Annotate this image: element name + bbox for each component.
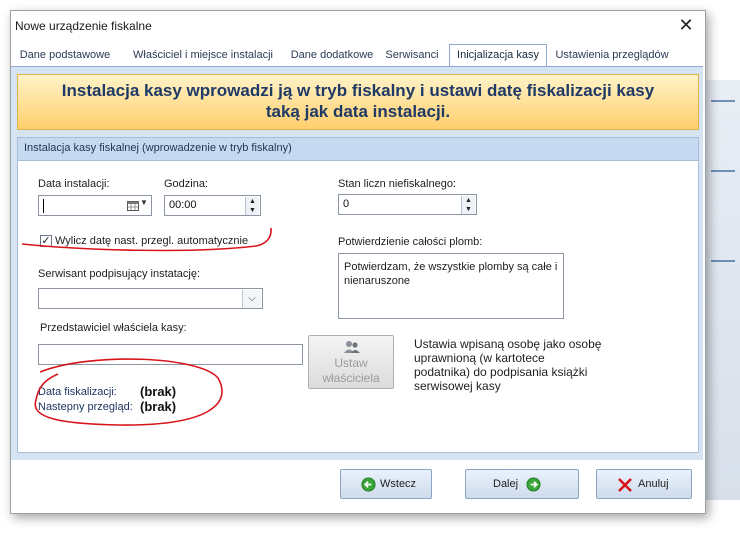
cancel-x-icon <box>618 478 632 492</box>
counter-label: Stan liczn niefiskalnego: <box>338 178 457 190</box>
next-review-value: (brak) <box>140 399 177 414</box>
group-title: Instalacja kasy fiskalnej (wprowadzenie … <box>24 142 292 154</box>
tab-serwisanci[interactable]: Serwisanci <box>381 47 443 65</box>
back-button[interactable]: Wstecz <box>340 469 432 499</box>
hour-label: Godzina: <box>164 178 209 190</box>
dialog-footer: Wstecz Dalej Anuluj <box>11 460 705 513</box>
banner-line-1: Instalacja kasy wprowadzi ją w tryb fisk… <box>61 81 655 100</box>
auto-review-label[interactable]: Wylicz datę nast. przegl. automatycznie <box>55 235 248 247</box>
install-date-picker[interactable]: ▼ <box>38 195 152 216</box>
spin-down-icon[interactable]: ▼ <box>246 206 259 215</box>
arrow-right-icon <box>526 477 541 492</box>
fiscal-date-label: Data fiskalizacji: <box>38 386 117 398</box>
owner-rep-input[interactable] <box>38 344 303 365</box>
seals-text: Potwierdzam, że wszystkie plomby są całe… <box>344 261 558 287</box>
info-banner: Instalacja kasy wprowadzi ją w tryb fisk… <box>17 74 699 130</box>
hour-spin-buttons[interactable]: ▲ ▼ <box>245 197 259 215</box>
auto-review-checkbox[interactable]: ✓ <box>40 235 52 247</box>
cancel-button[interactable]: Anuluj <box>596 469 692 499</box>
hour-value: 00:00 <box>169 199 197 211</box>
tab-dane-podstawowe[interactable]: Dane podstawowe <box>13 47 117 65</box>
tab-inicjalizacja-kasy[interactable]: Inicjalizacja kasy <box>449 44 547 67</box>
cancel-label: Anuluj <box>638 478 669 490</box>
owner-rep-label: Przedstawiciel właściela kasy: <box>40 322 187 334</box>
window-title: Nowe urządzenie fiskalne <box>15 19 152 33</box>
spin-down-icon[interactable]: ▼ <box>462 205 475 214</box>
seals-label: Potwierdzienie całości plomb: <box>338 236 483 248</box>
set-owner-button[interactable]: Ustaw właściciela <box>308 335 394 389</box>
title-bar: Nowe urządzenie fiskalne ✕ <box>11 11 705 41</box>
chevron-down-icon[interactable]: ▼ <box>140 198 148 207</box>
back-label: Wstecz <box>380 478 417 490</box>
seals-textarea[interactable]: Potwierdzam, że wszystkie plomby są całe… <box>338 253 564 319</box>
text-caret <box>43 199 44 213</box>
serviceman-combobox[interactable]: ⌵ <box>38 288 263 309</box>
dialog-window: Nowe urządzenie fiskalne ✕ Dane podstawo… <box>10 10 706 514</box>
calendar-icon[interactable] <box>127 200 139 211</box>
tab-content: Instalacja kasy wprowadzi ją w tryb fisk… <box>11 66 703 460</box>
fiscal-date-value: (brak) <box>140 384 177 399</box>
checkmark-icon: ✓ <box>41 235 51 247</box>
set-owner-line-1: Ustaw <box>334 356 368 370</box>
close-icon[interactable]: ✕ <box>675 14 697 36</box>
arrow-left-icon <box>361 477 376 492</box>
counter-spinner[interactable]: 0 ▲ ▼ <box>338 194 477 215</box>
tab-ustawienia-przegladow[interactable]: Ustawienia przeglądów <box>551 47 673 65</box>
tab-dane-dodatkowe[interactable]: Dane dodatkowe <box>287 47 377 65</box>
set-owner-line-2: właściciela <box>322 371 380 385</box>
set-owner-help: Ustawia wpisaną osobę jako osobę uprawni… <box>414 337 602 393</box>
next-button[interactable]: Dalej <box>465 469 579 499</box>
next-review-label: Nastepny przegląd: <box>38 401 133 413</box>
serviceman-label: Serwisant podpisujący instatację: <box>38 268 201 280</box>
hour-spinner[interactable]: 00:00 ▲ ▼ <box>164 195 261 216</box>
chevron-down-icon[interactable]: ⌵ <box>242 290 261 308</box>
group-header: Instalacja kasy fiskalnej (wprowadzenie … <box>18 138 698 161</box>
install-date-label: Data instalacji: <box>38 178 110 190</box>
counter-value: 0 <box>343 198 350 210</box>
counter-spin-buttons[interactable]: ▲ ▼ <box>461 196 475 214</box>
next-label: Dalej <box>493 478 519 490</box>
people-icon <box>344 341 360 353</box>
tab-wlasciciel[interactable]: Właściciel i miejsce instalacji <box>121 47 285 65</box>
tab-strip: Dane podstawowe Właściciel i miejsce ins… <box>11 44 705 67</box>
background-app-edge <box>704 80 740 500</box>
banner-line-2: taką jak data instalacji. <box>265 102 451 121</box>
fiscal-install-group: Instalacja kasy fiskalnej (wprowadzenie … <box>17 137 699 453</box>
